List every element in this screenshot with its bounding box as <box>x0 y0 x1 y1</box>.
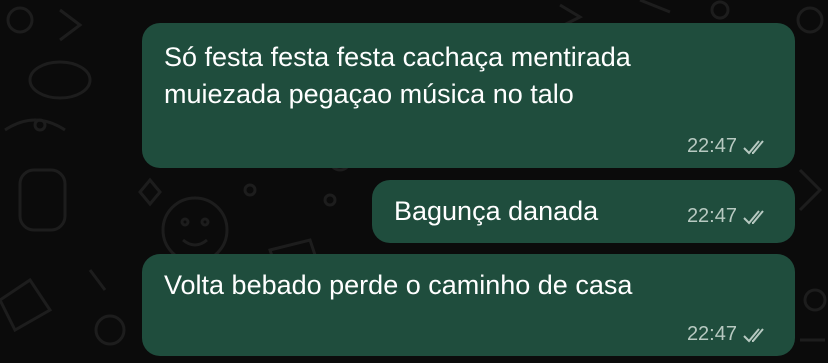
message-time: 22:47 <box>686 323 737 345</box>
message-line: muiezada pegaçao música no talo <box>164 79 574 109</box>
message-text: Só festa festa festa cachaça mentirada m… <box>164 39 631 113</box>
message-bubble[interactable]: Bagunça danada 22:47 <box>372 180 795 243</box>
double-check-icon <box>743 209 764 224</box>
double-check-icon <box>743 139 764 154</box>
double-check-icon <box>743 327 764 342</box>
message-line: Só festa festa festa cachaça mentirada <box>164 42 631 72</box>
message-bubble[interactable]: Só festa festa festa cachaça mentirada m… <box>142 23 795 168</box>
message-line: Volta bebado perde o caminho de casa <box>164 270 633 300</box>
message-meta: 22:47 <box>687 205 769 228</box>
message-time: 22:47 <box>686 135 737 157</box>
message-line: Bagunça danada <box>394 196 599 226</box>
message-meta: 22:47 <box>687 323 769 346</box>
message-text: Volta bebado perde o caminho de casa <box>164 267 632 304</box>
message-bubble[interactable]: Volta bebado perde o caminho de casa 22:… <box>142 254 795 356</box>
message-time: 22:47 <box>686 205 737 227</box>
message-text: Bagunça danada <box>394 193 598 230</box>
message-meta: 22:47 <box>687 135 769 158</box>
